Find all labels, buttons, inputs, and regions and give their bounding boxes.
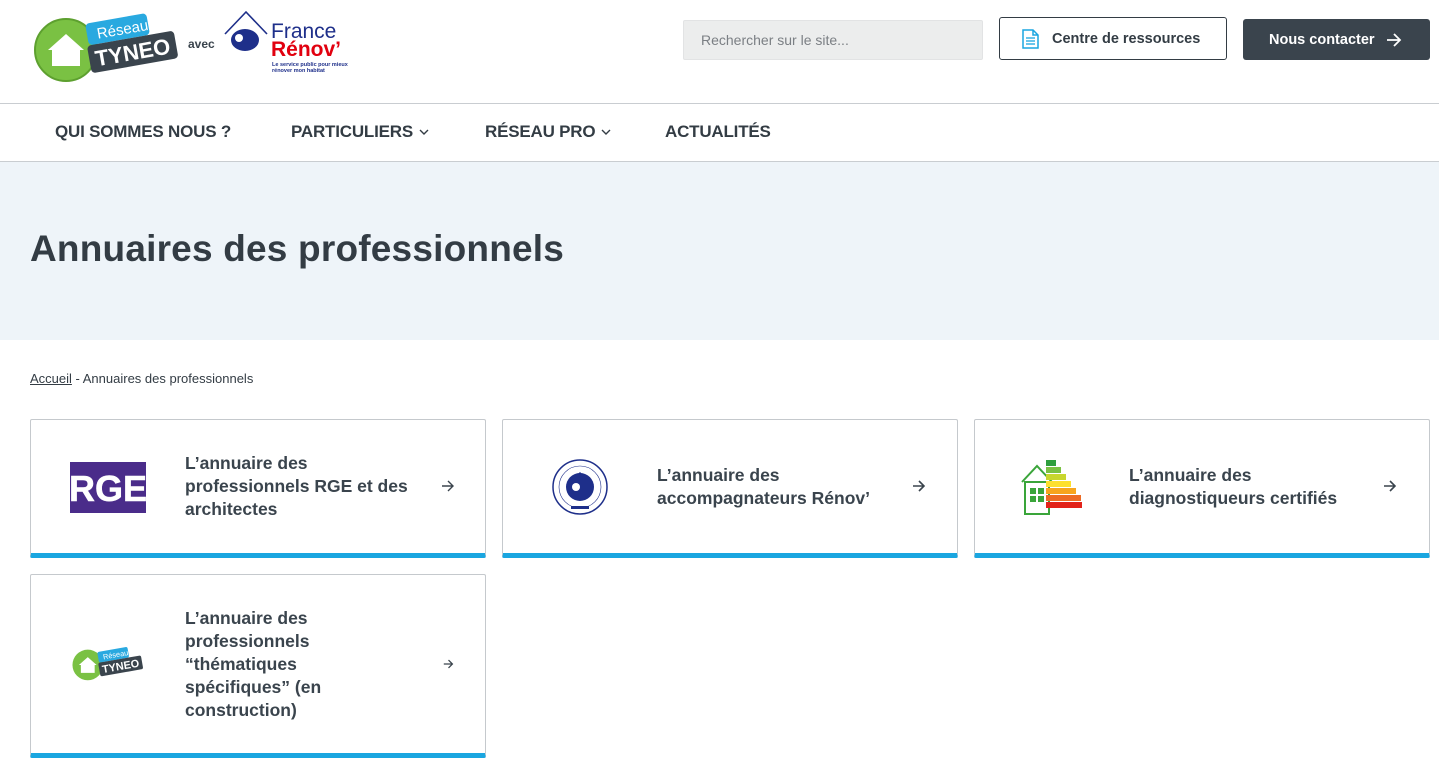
- breadcrumb-home-link[interactable]: Accueil: [30, 371, 72, 386]
- card-title: L’annuaire des diagnostiqueurs certifiés: [1129, 465, 1338, 508]
- arrow-right-icon: [1386, 32, 1401, 47]
- reseau-tyneo-logo[interactable]: Réseau TYNEO: [32, 10, 182, 82]
- nav-item-actualites[interactable]: ACTUALITÉS: [665, 122, 771, 142]
- arrow-right-icon: [913, 480, 926, 492]
- nav-item-particuliers[interactable]: PARTICULIERS: [291, 122, 429, 142]
- france-renov-line2: Rénov’: [271, 38, 342, 61]
- card-annuaire-accompagnateurs[interactable]: L’annuaire des accompagnateurs Rénov’: [502, 419, 958, 558]
- france-renov-tagline: Le service public pour mieux rénover mon…: [272, 62, 348, 74]
- arrow-right-icon: [442, 480, 454, 492]
- card-title: L’annuaire des professionnels “thématiqu…: [185, 608, 322, 720]
- breadcrumb-current: Annuaires des professionnels: [82, 371, 254, 386]
- card-title: L’annuaire des accompagnateurs Rénov’: [657, 465, 870, 508]
- nav-item-qui-sommes-nous[interactable]: QUI SOMMES NOUS ?: [55, 122, 231, 142]
- search-input[interactable]: [683, 20, 983, 60]
- main-nav: QUI SOMMES NOUS ? PARTICULIERS RÉSEAU PR…: [0, 105, 1439, 162]
- reseau-tyneo-logo-icon: Réseau TYNEO: [72, 647, 143, 681]
- chevron-down-icon: [601, 129, 611, 135]
- document-icon: [1022, 28, 1039, 49]
- rge-logo-text: RGE: [70, 468, 146, 509]
- contact-label: Nous contacter: [1269, 31, 1375, 48]
- breadcrumb-separator: -: [71, 371, 83, 386]
- arrow-right-icon: [443, 659, 454, 669]
- card-title: L’annuaire des professionnels RGE et des…: [185, 453, 408, 519]
- site-header: Réseau TYNEO avec France Rénov’ Le servi…: [0, 0, 1439, 104]
- card-annuaire-rge[interactable]: RGE L’annuaire des professionnels RGE et…: [30, 419, 486, 558]
- card-annuaire-thematiques[interactable]: Réseau TYNEO L’annuaire des professionne…: [30, 574, 486, 758]
- card-annuaire-diagnostiqueurs[interactable]: L’annuaire des diagnostiqueurs certifiés: [974, 419, 1430, 558]
- page-title: Annuaires des professionnels: [30, 228, 565, 269]
- nav-item-reseau-pro[interactable]: RÉSEAU PRO: [485, 122, 611, 142]
- breadcrumb: Accueil - Annuaires des professionnels: [30, 371, 253, 386]
- resources-center-button[interactable]: Centre de ressources: [999, 17, 1227, 60]
- chevron-down-icon: [419, 129, 429, 135]
- page-hero: Annuaires des professionnels: [0, 162, 1439, 340]
- rge-logo-icon: RGE: [70, 462, 146, 513]
- resources-center-label: Centre de ressources: [1052, 30, 1201, 47]
- arrow-right-icon: [1384, 480, 1397, 492]
- avec-label: avec: [188, 37, 215, 51]
- contact-button[interactable]: Nous contacter: [1243, 19, 1430, 60]
- energy-label-house-icon: [1021, 460, 1082, 515]
- mon-accompagnateur-renov-badge-icon: [552, 459, 608, 515]
